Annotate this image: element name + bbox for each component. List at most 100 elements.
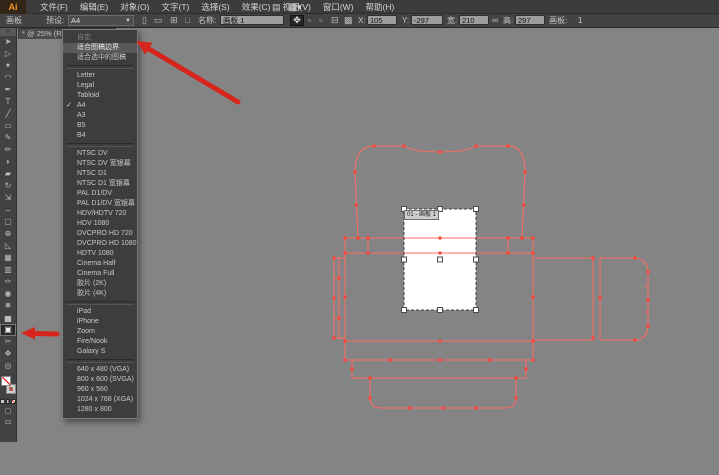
- artboard-tool[interactable]: ▣: [0, 324, 16, 336]
- grid-presets-icon[interactable]: ▩: [344, 15, 353, 26]
- eyedropper-tool[interactable]: ✑: [0, 276, 16, 288]
- lasso-tool[interactable]: ◠: [0, 72, 16, 84]
- scale-tool[interactable]: ⇲: [0, 192, 16, 204]
- zoom-tool[interactable]: ◎: [0, 360, 16, 372]
- magic-wand-tool[interactable]: ✶: [0, 60, 16, 72]
- menubar-item[interactable]: 效果(C): [236, 1, 277, 13]
- selection-tool[interactable]: ➤: [0, 36, 16, 48]
- preset-menu-item[interactable]: 胶片 (4K): [63, 289, 137, 299]
- none-mode-icon[interactable]: [11, 399, 16, 404]
- preset-menu-item[interactable]: [66, 359, 134, 363]
- tools-panel-header[interactable]: »: [0, 28, 16, 36]
- preset-menu-item[interactable]: 960 x 560: [63, 385, 137, 395]
- preset-menu-item[interactable]: A3: [63, 111, 137, 121]
- height-field[interactable]: 297 mm: [515, 15, 545, 25]
- preset-menu-item[interactable]: 640 x 480 (VGA): [63, 365, 137, 375]
- direct-selection-tool[interactable]: ▷: [0, 48, 16, 60]
- slice-tool[interactable]: ✂: [0, 336, 16, 348]
- delete-artboard-icon[interactable]: ⊔: [184, 15, 191, 26]
- new-artboard-icon[interactable]: ⊞: [170, 15, 178, 26]
- preset-menu-item[interactable]: NTSC DV 宽银幕: [63, 159, 137, 169]
- preset-menu-item[interactable]: iPad: [63, 307, 137, 317]
- blend-tool[interactable]: ◉: [0, 288, 16, 300]
- hand-tool[interactable]: ✥: [0, 348, 16, 360]
- preset-menu-item[interactable]: PAL D1/DV 宽银幕: [63, 199, 137, 209]
- preset-menu-item[interactable]: NTSC D1 宽银幕: [63, 179, 137, 189]
- menubar-item[interactable]: 窗口(W): [317, 1, 360, 13]
- pen-tool[interactable]: ✒: [0, 84, 16, 96]
- preset-menu-item[interactable]: NTSC D1: [63, 169, 137, 179]
- menubar-item[interactable]: 帮助(H): [360, 1, 401, 13]
- preset-menu-item[interactable]: B4: [63, 131, 137, 141]
- preset-menu-item[interactable]: Tabloid: [63, 91, 137, 101]
- menubar-item[interactable]: 选择(S): [195, 1, 235, 13]
- preset-menu-item[interactable]: Cinema Full: [63, 269, 137, 279]
- menubar-item[interactable]: 编辑(E): [74, 1, 114, 13]
- preset-menu-item[interactable]: Zoom: [63, 327, 137, 337]
- preset-menu-item[interactable]: [66, 143, 134, 147]
- preset-menu-item[interactable]: DVCPRO HD 720: [63, 229, 137, 239]
- pencil-tool[interactable]: ✏: [0, 144, 16, 156]
- rotate-tool[interactable]: ↻: [0, 180, 16, 192]
- fill-swatch[interactable]: [1, 376, 11, 386]
- preset-menu-item[interactable]: 胶片 (2K): [63, 279, 137, 289]
- color-mode-icon[interactable]: [0, 399, 5, 404]
- type-tool[interactable]: T: [0, 96, 16, 108]
- preset-menu-item[interactable]: 1280 x 800: [63, 405, 137, 415]
- constrain-proportions-icon[interactable]: ∞: [492, 15, 498, 26]
- preset-menu-item[interactable]: PAL D1/DV: [63, 189, 137, 199]
- option-icon-1[interactable]: ▫: [308, 15, 311, 26]
- move-artwork-toggle-icon[interactable]: ✥: [290, 15, 304, 26]
- preset-menu-item[interactable]: 自定: [63, 33, 137, 43]
- y-field[interactable]: -297 mm: [411, 15, 443, 25]
- rectangle-tool[interactable]: ▭: [0, 120, 16, 132]
- preset-dropdown[interactable]: A4▼: [68, 15, 134, 26]
- option-icon-2[interactable]: ▫: [319, 15, 322, 26]
- preset-menu-item[interactable]: 800 x 600 (SVGA): [63, 375, 137, 385]
- x-field[interactable]: 105 mm: [367, 15, 397, 25]
- perspective-grid-tool[interactable]: ◺: [0, 240, 16, 252]
- arrange-documents-icon[interactable]: ▤: [272, 2, 281, 13]
- selection-handles[interactable]: [402, 207, 479, 313]
- symbol-sprayer-tool[interactable]: ❅: [0, 300, 16, 312]
- preset-menu-item[interactable]: HDV 1080: [63, 219, 137, 229]
- workspace-switcher-icon[interactable]: ▦▾: [289, 2, 302, 13]
- portrait-orientation-icon[interactable]: ▯: [142, 15, 147, 26]
- preset-menu-item[interactable]: Cinema Half: [63, 259, 137, 269]
- free-transform-tool[interactable]: ▢: [0, 216, 16, 228]
- menubar-item[interactable]: 文字(T): [155, 1, 195, 13]
- preset-menu-item[interactable]: B5: [63, 121, 137, 131]
- preset-menu-item[interactable]: 适合选中的图稿: [63, 53, 137, 63]
- mesh-tool[interactable]: ▦: [0, 252, 16, 264]
- blob-brush-tool[interactable]: ◗: [0, 156, 16, 168]
- artboard-options-menu-icon[interactable]: ⊟: [331, 15, 339, 26]
- screen-mode-icon[interactable]: ▭: [0, 416, 16, 427]
- menubar-item[interactable]: 文件(F): [34, 1, 74, 13]
- eraser-tool[interactable]: ▰: [0, 168, 16, 180]
- paintbrush-tool[interactable]: ✎: [0, 132, 16, 144]
- preset-menu-item[interactable]: [66, 301, 134, 305]
- landscape-orientation-icon[interactable]: ▭: [154, 15, 163, 26]
- preset-menu-item[interactable]: Galaxy S: [63, 347, 137, 357]
- preset-menu-item[interactable]: NTSC DV: [63, 149, 137, 159]
- preset-menu-item[interactable]: DVCPRO HD 1080: [63, 239, 137, 249]
- fill-stroke-indicator[interactable]: [0, 374, 16, 398]
- preset-menu-item[interactable]: iPhone: [63, 317, 137, 327]
- shape-builder-tool[interactable]: ⊕: [0, 228, 16, 240]
- preset-menu-item[interactable]: 适合图稿边界: [63, 43, 137, 53]
- preset-menu-item[interactable]: Letter: [63, 71, 137, 81]
- preset-menu-item[interactable]: Legal: [63, 81, 137, 91]
- gradient-mode-icon[interactable]: [6, 399, 11, 404]
- draw-mode-icon[interactable]: ◻: [0, 405, 16, 416]
- width-field[interactable]: 210 mm: [459, 15, 489, 25]
- artboard-name-field[interactable]: 画板 1: [220, 15, 284, 25]
- menubar-item[interactable]: 对象(O): [114, 1, 155, 13]
- preset-menu-item[interactable]: [66, 65, 134, 69]
- preset-menu-item[interactable]: HDTV 1080: [63, 249, 137, 259]
- preset-menu-item[interactable]: ✓ A4: [63, 101, 137, 111]
- width-tool[interactable]: ↔: [0, 204, 16, 216]
- column-graph-tool[interactable]: ▅: [0, 312, 16, 324]
- preset-menu-item[interactable]: 1024 x 768 (XGA): [63, 395, 137, 405]
- preset-menu-item[interactable]: HDV/HDTV 720: [63, 209, 137, 219]
- gradient-tool[interactable]: ▥: [0, 264, 16, 276]
